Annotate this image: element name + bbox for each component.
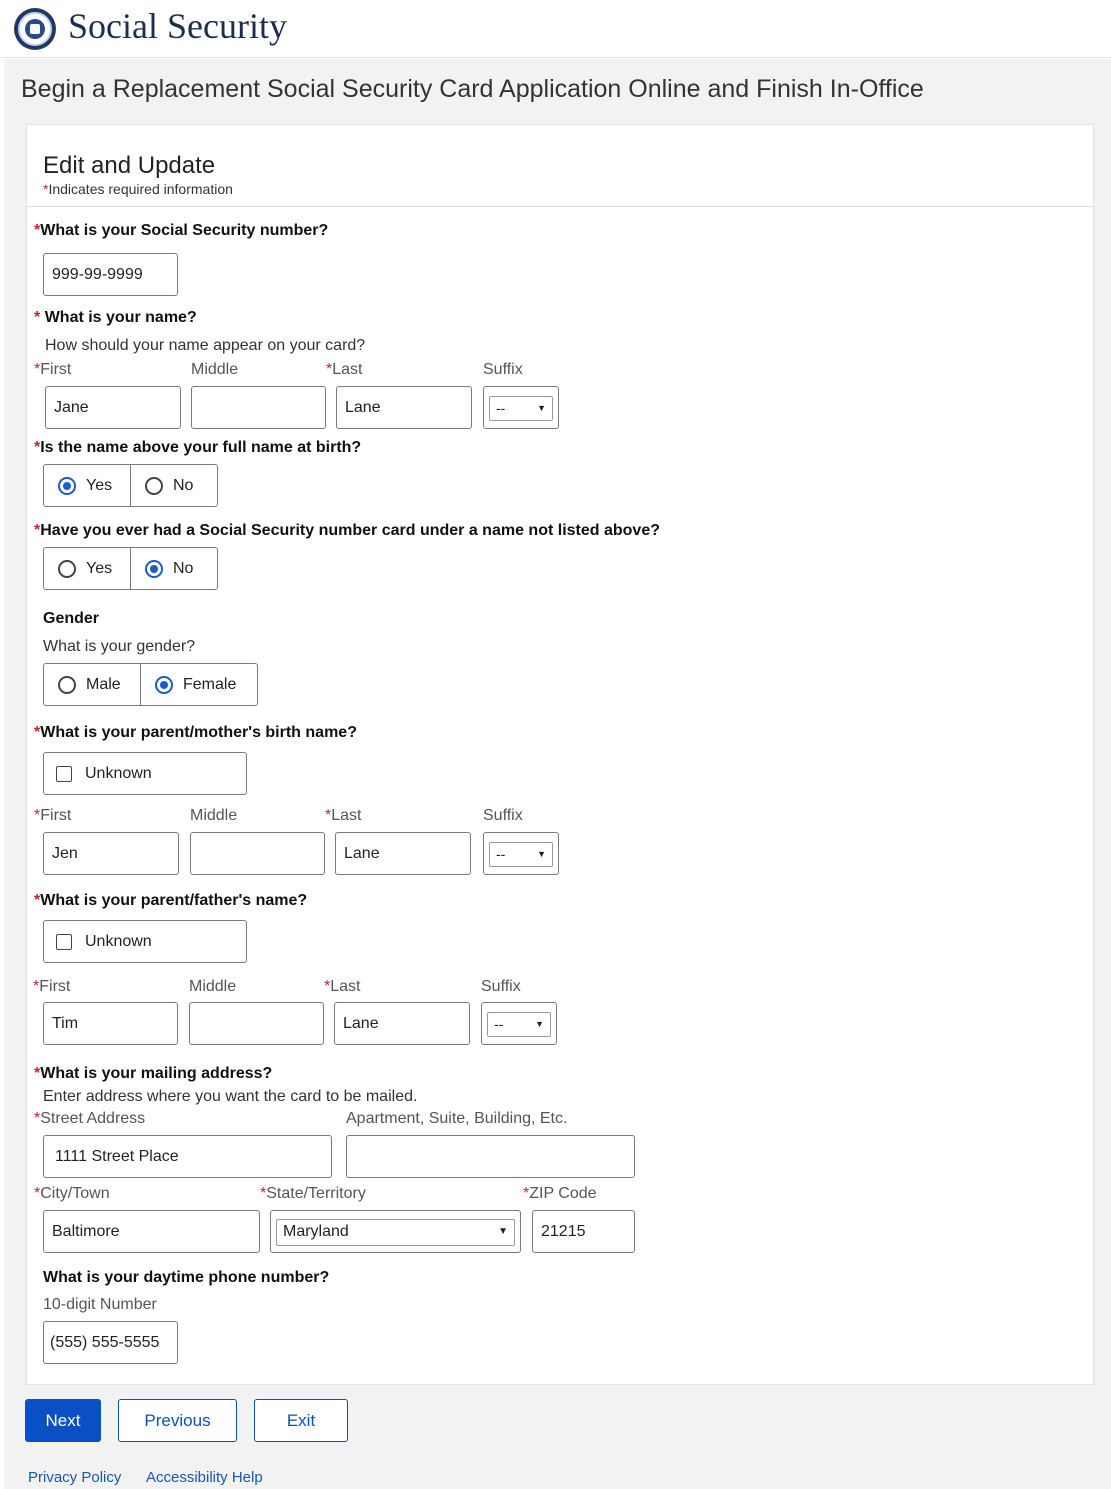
checkbox-icon <box>56 933 72 950</box>
chevron-down-icon: ▼ <box>498 1226 508 1237</box>
mother-middle-input[interactable] <box>190 832 325 875</box>
state-label: *State/Territory <box>260 1185 366 1202</box>
phone-input[interactable]: (555) 555-5555 <box>43 1321 178 1364</box>
father-last-input[interactable]: Lane <box>334 1002 470 1045</box>
street-label: *Street Address <box>34 1110 146 1127</box>
apt-label: Apartment, Suite, Building, Etc. <box>346 1110 568 1127</box>
name-hint: How should your name appear on your card… <box>45 337 366 354</box>
radio-unselected-icon <box>58 559 76 578</box>
name-first-label: *First <box>34 361 72 378</box>
zip-input[interactable]: 21215 <box>532 1210 635 1253</box>
privacy-policy-link[interactable]: Privacy Policy <box>28 1469 121 1486</box>
mother-last-input[interactable]: Lane <box>335 832 471 875</box>
name-question: * What is your name? <box>34 309 197 326</box>
name-middle-input[interactable] <box>191 386 326 429</box>
father-first-input[interactable]: Tim <box>43 1002 178 1045</box>
father-middle-label: Middle <box>189 978 237 995</box>
ssa-seal-icon[interactable] <box>14 8 56 50</box>
phone-question: What is your daytime phone number? <box>43 1269 330 1286</box>
exit-button[interactable]: Exit <box>254 1399 348 1442</box>
zip-label: *ZIP Code <box>523 1185 597 1202</box>
radio-selected-icon <box>145 559 163 578</box>
page-area: Begin a Replacement Social Security Card… <box>4 59 1111 1489</box>
city-input[interactable]: Baltimore <box>43 1210 260 1253</box>
city-label: *City/Town <box>34 1185 110 1202</box>
card-title: Edit and Update <box>43 152 216 179</box>
other-name-question: *Have you ever had a Social Security num… <box>34 522 660 539</box>
chevron-down-icon: ▼ <box>537 403 546 413</box>
site-brand[interactable]: Social Security <box>68 5 287 47</box>
full-name-radio-group: Yes No <box>43 464 218 507</box>
required-note: *Indicates required information <box>43 181 233 197</box>
other-name-radio-group: Yes No <box>43 547 218 590</box>
father-first-label: *First <box>33 978 71 995</box>
name-middle-label: Middle <box>191 361 239 378</box>
page-title: Begin a Replacement Social Security Card… <box>21 75 924 103</box>
name-first-input[interactable]: Jane <box>45 386 181 429</box>
card-header: Edit and Update *Indicates required info… <box>27 125 1093 207</box>
father-suffix-label: Suffix <box>481 978 521 995</box>
father-unknown-checkbox[interactable]: Unknown <box>43 920 247 963</box>
checkbox-icon <box>56 765 72 782</box>
address-hint: Enter address where you want the card to… <box>43 1088 418 1105</box>
full-name-question: *Is the name above your full name at bir… <box>34 439 362 456</box>
full-name-no-option[interactable]: No <box>130 465 217 506</box>
gender-female-option[interactable]: Female <box>140 664 257 705</box>
address-question: *What is your mailing address? <box>34 1065 273 1082</box>
name-last-label: *Last <box>326 361 363 378</box>
ssn-input[interactable]: 999-99-9999 <box>43 253 178 296</box>
father-suffix-select[interactable]: -- ▼ <box>481 1002 557 1045</box>
chevron-down-icon: ▼ <box>535 1019 544 1029</box>
apt-input[interactable] <box>346 1135 635 1178</box>
phone-label: 10-digit Number <box>43 1296 157 1313</box>
radio-unselected-icon <box>145 476 163 495</box>
father-middle-input[interactable] <box>189 1002 324 1045</box>
mother-first-input[interactable]: Jen <box>43 832 179 875</box>
radio-selected-icon <box>155 675 173 694</box>
name-suffix-select[interactable]: -- ▼ <box>483 386 559 429</box>
previous-button[interactable]: Previous <box>118 1399 237 1442</box>
full-name-yes-option[interactable]: Yes <box>44 465 130 506</box>
mother-suffix-label: Suffix <box>483 807 523 824</box>
father-name-question: *What is your parent/father's name? <box>34 892 308 909</box>
mother-unknown-checkbox[interactable]: Unknown <box>43 752 247 795</box>
form-card: Edit and Update *Indicates required info… <box>26 124 1094 1385</box>
name-suffix-label: Suffix <box>483 361 523 378</box>
state-select[interactable]: Maryland ▼ <box>270 1210 521 1253</box>
gender-question: What is your gender? <box>43 638 196 655</box>
mother-middle-label: Middle <box>190 807 238 824</box>
mother-last-label: *Last <box>325 807 362 824</box>
radio-unselected-icon <box>58 675 76 694</box>
name-last-input[interactable]: Lane <box>336 386 472 429</box>
gender-male-option[interactable]: Male <box>44 664 140 705</box>
chevron-down-icon: ▼ <box>537 849 546 859</box>
mother-first-label: *First <box>34 807 72 824</box>
radio-selected-icon <box>58 476 76 495</box>
mother-name-question: *What is your parent/mother's birth name… <box>34 724 357 741</box>
next-button[interactable]: Next <box>25 1399 101 1442</box>
father-last-label: *Last <box>324 978 361 995</box>
mother-suffix-select[interactable]: -- ▼ <box>483 832 559 875</box>
gender-radio-group: Male Female <box>43 663 258 706</box>
gender-heading: Gender <box>43 610 100 627</box>
accessibility-help-link[interactable]: Accessibility Help <box>146 1469 263 1486</box>
other-name-no-option[interactable]: No <box>130 548 217 589</box>
other-name-yes-option[interactable]: Yes <box>44 548 130 589</box>
ssn-question: *What is your Social Security number? <box>34 222 329 239</box>
site-header: Social Security <box>0 0 1111 58</box>
street-input[interactable]: 1111 Street Place <box>43 1135 332 1178</box>
